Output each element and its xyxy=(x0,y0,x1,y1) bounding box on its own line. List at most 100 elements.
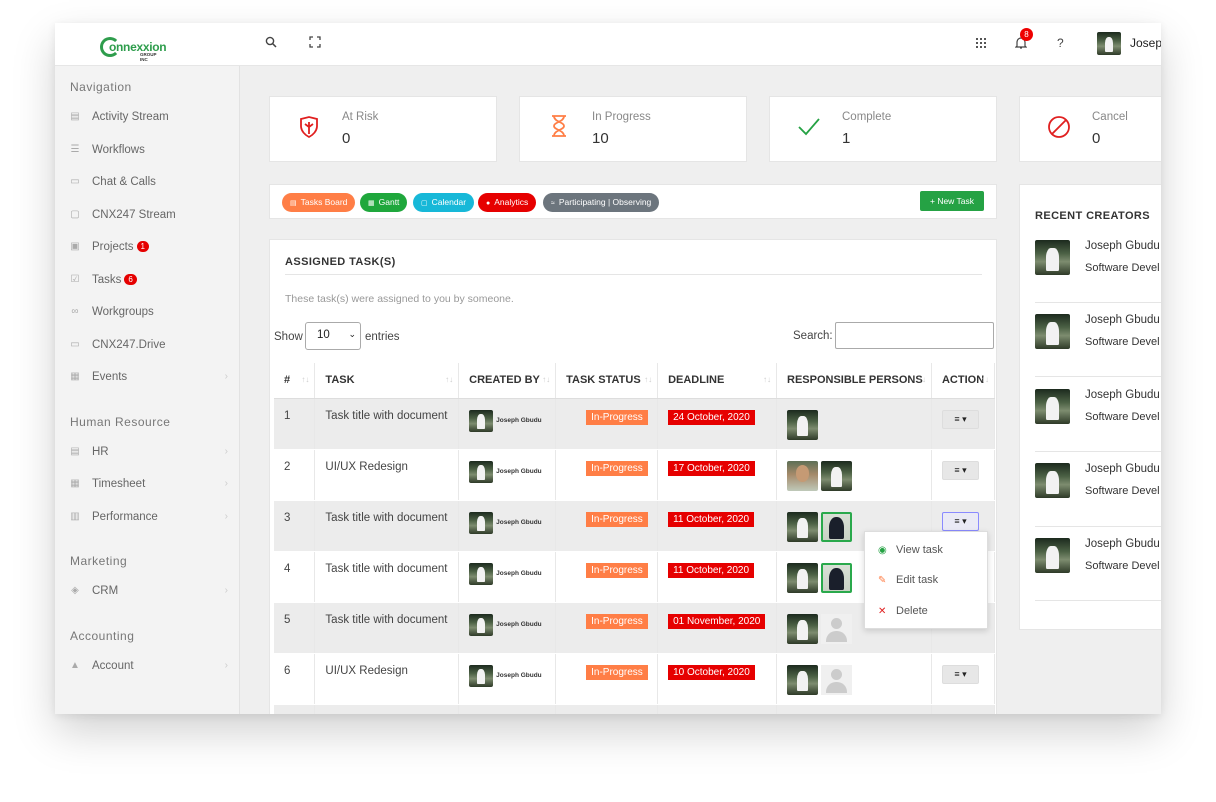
calendar-button[interactable]: ▢ Calendar xyxy=(413,193,475,212)
page-size-select[interactable]: 10 ⌄ xyxy=(305,322,361,350)
cell-deadline: 11 October, 2020 xyxy=(657,551,778,603)
creator-avatar[interactable] xyxy=(469,664,494,687)
column-header-task[interactable]: TASK ↑↓ xyxy=(314,363,460,399)
creator-avatar[interactable] xyxy=(1035,389,1070,424)
sidebar-item-cnx247-drive[interactable]: ▭ CNX247.Drive xyxy=(68,336,228,358)
tasks-board-button[interactable]: ▤ Tasks Board xyxy=(282,193,356,212)
creator-avatar[interactable] xyxy=(1035,463,1070,498)
cell-task[interactable]: UI/UX Redesign xyxy=(314,653,460,705)
responsible-avatar[interactable] xyxy=(787,460,819,491)
column-header-action[interactable]: ACTION ↑↓ xyxy=(931,363,996,399)
cell-created-by: Joseph Gbudu xyxy=(458,449,557,501)
sidebar-item-performance[interactable]: ▥ Performance › xyxy=(68,508,228,530)
stat-card-in-progress[interactable]: In Progress 10 xyxy=(519,96,747,162)
participating-observing-button[interactable]: ≈ Participating | Observing xyxy=(543,193,660,212)
cell-task[interactable]: Task title with document xyxy=(314,398,460,450)
action-menu-button[interactable]: ≡ ▾ xyxy=(941,409,979,429)
cell-status: In-Progress xyxy=(555,500,659,552)
responsible-avatar[interactable] xyxy=(821,460,853,491)
cell-deadline xyxy=(657,704,778,714)
sidebar-item-projects[interactable]: ▣ Projects 1 xyxy=(68,238,228,260)
column-header-created-by[interactable]: CREATED BY ↑↓ xyxy=(458,363,557,399)
sidebar-item-workflows[interactable]: ☰ Workflows xyxy=(68,141,228,163)
creator-avatar[interactable] xyxy=(1035,314,1070,349)
sidebar-item-chat-calls[interactable]: ▭ Chat & Calls xyxy=(68,173,228,195)
menu-item-view-task[interactable]: ◉ View task xyxy=(878,544,943,556)
search-icon[interactable] xyxy=(265,36,277,51)
cell-task[interactable]: Task title with document xyxy=(314,500,460,552)
sidebar-item-hr[interactable]: ▤ HR › xyxy=(68,443,228,465)
column-header-responsible-persons[interactable]: RESPONSIBLE PERSONS ↑↓ xyxy=(776,363,932,399)
table-row[interactable]: 2 UI/UX Redesign Joseph Gbudu In-Progres… xyxy=(274,449,996,501)
sidebar-item-activity-stream[interactable]: ▤ Activity Stream xyxy=(68,108,228,130)
creator-avatar[interactable] xyxy=(469,460,494,483)
action-menu-button[interactable]: ≡ ▾ xyxy=(941,511,979,531)
responsible-avatar[interactable] xyxy=(787,409,819,440)
creator-avatar[interactable] xyxy=(469,613,494,636)
responsible-avatar[interactable] xyxy=(787,664,819,695)
stat-card-at-risk[interactable]: At Risk 0 xyxy=(269,96,497,162)
creator-name: Joseph Gbudu xyxy=(496,570,542,577)
search-input[interactable] xyxy=(835,322,994,349)
responsible-avatar[interactable] xyxy=(787,562,819,593)
gantt-button[interactable]: ▦ Gantt xyxy=(360,193,408,212)
user-avatar[interactable] xyxy=(1097,32,1121,55)
table-row[interactable]: 6 UI/UX Redesign Joseph Gbudu In-Progres… xyxy=(274,653,996,705)
recent-creators-panel: RECENT CREATORS Joseph Gbudu Software De… xyxy=(1019,184,1161,630)
sidebar-item-label: Timesheet xyxy=(92,478,146,490)
deadline-badge: 11 October, 2020 xyxy=(668,562,755,578)
action-menu-button[interactable]: ≡ ▾ xyxy=(941,460,979,480)
action-menu-button[interactable]: ≡ ▾ xyxy=(941,664,979,684)
status-badge: In-Progress xyxy=(586,409,648,425)
creator-avatar[interactable] xyxy=(469,562,494,585)
table-row[interactable]: 1 Task title with document Joseph Gbudu … xyxy=(274,398,996,450)
creator-avatar[interactable] xyxy=(469,511,494,534)
company-logo[interactable]: onnexxion GROUP INC xyxy=(100,37,167,62)
stat-card-complete[interactable]: Complete 1 xyxy=(769,96,997,162)
column-header-deadline[interactable]: DEADLINE ↑↓ xyxy=(657,363,778,399)
stat-card-cancel[interactable]: Cancel 0 xyxy=(1019,96,1161,162)
new-task-button[interactable]: + New Task xyxy=(920,191,984,211)
menu-item-delete[interactable]: ✕ Delete xyxy=(878,605,928,617)
cell-task[interactable]: UI/UX Redesign xyxy=(314,449,460,501)
responsible-avatar[interactable] xyxy=(787,511,819,542)
cell-task[interactable]: Task title with document xyxy=(314,551,460,603)
default-avatar-icon[interactable] xyxy=(821,664,853,695)
recent-creator-item[interactable]: Joseph Gbudu Software Devel xyxy=(1035,389,1161,464)
sidebar-item-events[interactable]: ▦ Events › xyxy=(68,368,228,390)
analytics-button[interactable]: ● Analytics xyxy=(478,193,537,212)
column-header-number[interactable]: # ↑↓ xyxy=(274,363,316,399)
recent-creator-item[interactable]: Joseph Gbudu Software Devel xyxy=(1035,538,1161,613)
cell-task[interactable]: Task title with document xyxy=(314,602,460,654)
menu-item-edit-task[interactable]: ✎ Edit task xyxy=(878,574,938,586)
column-header-task-status[interactable]: TASK STATUS ↑↓ xyxy=(555,363,659,399)
sidebar-item-timesheet[interactable]: ▦ Timesheet › xyxy=(68,475,228,497)
responsible-avatar[interactable] xyxy=(787,613,819,644)
creator-role: Software Devel xyxy=(1085,560,1160,572)
sidebar-item-tasks[interactable]: ☑ Tasks 6 xyxy=(68,271,228,293)
creator-name: Joseph Gbudu xyxy=(496,672,542,679)
recent-creator-item[interactable]: Joseph Gbudu Software Devel xyxy=(1035,314,1161,389)
default-avatar-icon[interactable] xyxy=(821,613,853,644)
top-bar: onnexxion GROUP INC 8 ? Joseph xyxy=(55,23,1161,66)
cell-task[interactable] xyxy=(314,704,460,714)
table-row[interactable] xyxy=(274,704,996,714)
creator-role: Software Devel xyxy=(1085,485,1160,497)
sidebar-item-cnx247-stream[interactable]: ▢ CNX247 Stream xyxy=(68,206,228,228)
fullscreen-icon[interactable] xyxy=(309,36,321,51)
responsible-avatar[interactable] xyxy=(821,511,853,542)
creator-avatar[interactable] xyxy=(1035,538,1070,573)
user-name[interactable]: Joseph xyxy=(1130,36,1161,50)
recent-creator-item[interactable]: Joseph Gbudu Software Devel xyxy=(1035,240,1161,315)
apps-grid-icon[interactable] xyxy=(976,36,986,51)
creator-avatar[interactable] xyxy=(469,409,494,432)
sidebar-item-crm[interactable]: ◈ CRM › xyxy=(68,582,228,604)
stream-icon: ▢ xyxy=(70,209,80,220)
responsible-avatar[interactable] xyxy=(821,562,853,593)
sidebar-item-account[interactable]: ▲ Account › xyxy=(68,657,228,679)
creator-name: Joseph Gbudu xyxy=(496,417,542,424)
help-icon[interactable]: ? xyxy=(1057,36,1064,50)
sidebar-item-workgroups[interactable]: ∞ Workgroups xyxy=(68,303,228,325)
creator-avatar[interactable] xyxy=(1035,240,1070,275)
calendar-icon: ▦ xyxy=(70,371,80,382)
